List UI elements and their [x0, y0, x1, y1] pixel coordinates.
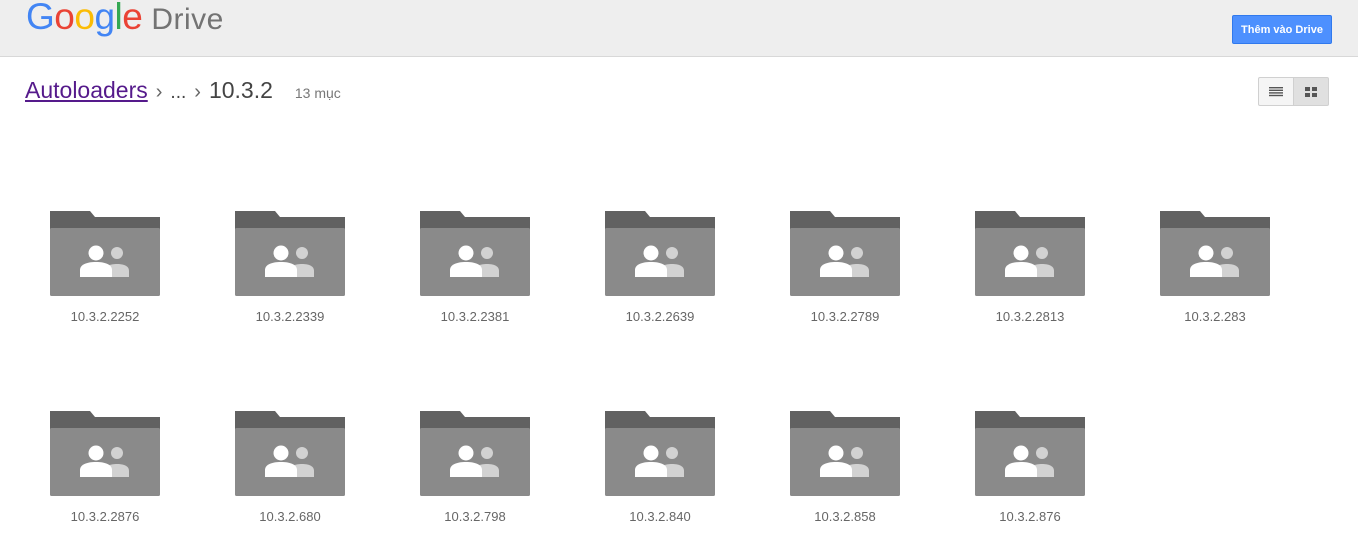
folder-tile[interactable]: 10.3.2.2339	[215, 211, 365, 327]
view-toggle	[1258, 77, 1329, 106]
shared-folder-icon	[790, 411, 900, 496]
shared-folder-icon	[975, 211, 1085, 296]
folder-tile[interactable]: 10.3.2.2252	[30, 211, 180, 327]
list-view-icon	[1269, 86, 1283, 96]
shared-folder-icon	[235, 411, 345, 496]
folder-name: 10.3.2.2339	[255, 309, 325, 324]
breadcrumb-current-folder: 10.3.2	[208, 77, 273, 103]
list-view-button[interactable]	[1258, 77, 1294, 106]
folder-name: 10.3.2.2381	[440, 309, 510, 324]
logo-google-text: Google	[26, 0, 143, 38]
folder-name: 10.3.2.2876	[70, 509, 140, 524]
shared-folder-icon	[420, 411, 530, 496]
shared-folder-icon	[790, 211, 900, 296]
folder-name: 10.3.2.2813	[995, 309, 1065, 324]
shared-folder-icon	[50, 211, 160, 296]
logo-letter: o	[54, 0, 75, 37]
folder-tile[interactable]: 10.3.2.840	[585, 411, 735, 527]
folder-tile[interactable]: 10.3.2.2789	[770, 211, 920, 327]
folder-tile[interactable]: 10.3.2.2639	[585, 211, 735, 327]
add-to-drive-button[interactable]: Thêm vào Drive	[1232, 15, 1332, 44]
shared-folder-icon	[50, 411, 160, 496]
logo-letter: e	[122, 0, 143, 37]
folder-name: 10.3.2.876	[999, 509, 1061, 524]
grid-view-button[interactable]	[1293, 77, 1329, 106]
folder-tile[interactable]: 10.3.2.2381	[400, 211, 550, 327]
logo-letter: G	[26, 0, 55, 37]
shared-folder-icon	[1160, 211, 1270, 296]
folder-name: 10.3.2.798	[444, 509, 506, 524]
logo-letter: o	[74, 0, 95, 37]
folder-name: 10.3.2.680	[259, 509, 321, 524]
breadcrumb-separator: ›	[155, 81, 163, 103]
shared-folder-icon	[235, 211, 345, 296]
folder-tile[interactable]: 10.3.2.876	[955, 411, 1105, 527]
grid-view-icon	[1305, 86, 1317, 97]
google-drive-logo[interactable]: Google Drive	[26, 0, 224, 40]
folder-name: 10.3.2.858	[814, 509, 876, 524]
folder-tile[interactable]: 10.3.2.2876	[30, 411, 180, 527]
folder-name: 10.3.2.2639	[625, 309, 695, 324]
breadcrumb-root-link[interactable]: Autoloaders	[25, 77, 148, 104]
folder-name: 10.3.2.2252	[70, 309, 140, 324]
folder-tile[interactable]: 10.3.2.680	[215, 411, 365, 527]
shared-folder-icon	[605, 211, 715, 296]
folder-name: 10.3.2.2789	[810, 309, 880, 324]
folder-tile[interactable]: 10.3.2.2813	[955, 211, 1105, 327]
shared-folder-icon	[420, 211, 530, 296]
logo-product-name: Drive	[151, 3, 224, 36]
breadcrumb-separator: ›	[194, 81, 201, 103]
folder-name: 10.3.2.840	[629, 509, 691, 524]
shared-folder-icon	[605, 411, 715, 496]
shared-folder-icon	[975, 411, 1085, 496]
breadcrumb: Autoloaders › ... › 10.3.2 13 mục	[25, 77, 341, 107]
item-count: 13 mục	[294, 85, 341, 101]
logo-letter: g	[94, 0, 115, 37]
folder-tile[interactable]: 10.3.2.798	[400, 411, 550, 527]
folder-tile[interactable]: 10.3.2.858	[770, 411, 920, 527]
folder-name: 10.3.2.283	[1184, 309, 1246, 324]
folder-tile[interactable]: 10.3.2.283	[1140, 211, 1290, 327]
breadcrumb-ellipsis[interactable]: ...	[170, 82, 186, 104]
header-bar: Google Drive Thêm vào Drive	[0, 0, 1358, 57]
